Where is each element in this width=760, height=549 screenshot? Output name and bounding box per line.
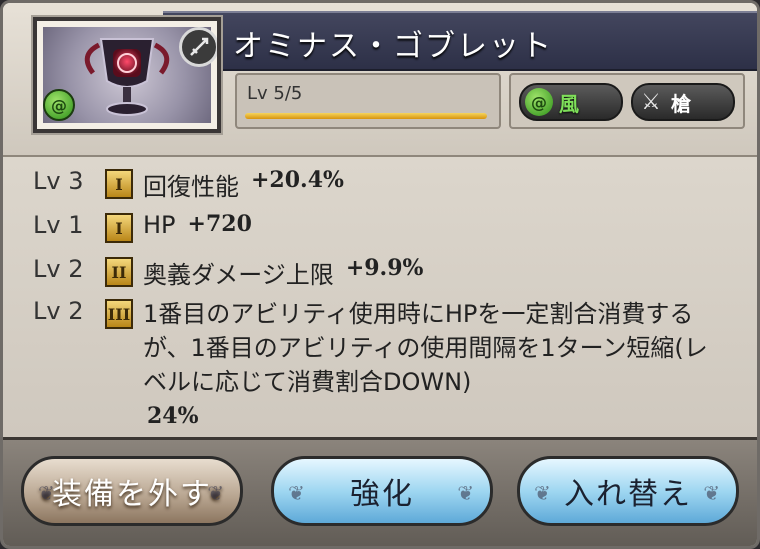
ornament-icon: ❦ [207, 481, 226, 505]
skill-rank-icon: I [105, 213, 133, 243]
skill-name: HP [143, 211, 176, 239]
skill-name: 奥義ダメージ上限 [143, 261, 334, 289]
skill-level: Lv 2 [33, 297, 84, 325]
skill-row: Lv 3 I 回復性能 +20.4% [33, 167, 344, 202]
wind-badge-icon: @ [43, 89, 75, 121]
weapon-header: オミナス・ゴブレット @ Lv 5/5 @ 風 ⚔ 槍 [3, 3, 757, 157]
ornament-icon: ❦ [457, 481, 476, 505]
spear-badge-icon [179, 27, 217, 67]
title-bar: オミナス・ゴブレット [163, 11, 757, 71]
skill-value: +20.4% [251, 167, 344, 193]
level-progress-bar [245, 113, 487, 119]
skill-name: 回復性能 [143, 173, 239, 201]
skill-rank-icon: III [105, 299, 133, 329]
weapon-detail-panel: オミナス・ゴブレット @ Lv 5/5 @ 風 ⚔ 槍 Lv 3 I 回復性能 … [0, 0, 760, 549]
skill-rank-icon: II [105, 257, 133, 287]
ornament-icon: ❦ [288, 481, 307, 505]
type-tag: ⚔ 槍 [631, 83, 735, 121]
skill-row: Lv 1 I HP +720 [33, 211, 252, 243]
action-bar: ❦ 装備を外す ❦ ❦ 強化 ❦ ❦ 入れ替え ❦ [3, 437, 757, 546]
skill-description-text: 1番目のアビリティ使用時にHPを一定割合消費するが、1番目のアビリティの使用間隔… [143, 300, 708, 396]
skill-level: Lv 1 [33, 211, 84, 239]
skill-value: 24% [147, 403, 199, 429]
skill-value: +9.9% [345, 255, 424, 281]
ornament-icon: ❦ [703, 481, 722, 505]
upgrade-button[interactable]: ❦ 強化 ❦ [271, 456, 493, 526]
unequip-label: 装備を外す [52, 477, 212, 512]
skill-row: Lv 2 II 奥義ダメージ上限 +9.9% [33, 255, 423, 290]
upgrade-label: 強化 [350, 477, 414, 512]
swap-button[interactable]: ❦ 入れ替え ❦ [517, 456, 739, 526]
skill-value: +720 [187, 211, 252, 237]
level-text: Lv 5/5 [247, 83, 303, 104]
level-progress-fill [245, 113, 487, 119]
skill-description: 1番目のアビリティ使用時にHPを一定割合消費するが、1番目のアビリティの使用間隔… [143, 297, 723, 433]
weapon-name: オミナス・ゴブレット [233, 29, 553, 64]
unequip-button[interactable]: ❦ 装備を外す ❦ [21, 456, 243, 526]
weapon-thumbnail[interactable]: @ [33, 17, 221, 133]
type-label: 槍 [671, 91, 691, 116]
weapon-tags: @ 風 ⚔ 槍 [509, 73, 745, 129]
swap-label: 入れ替え [564, 477, 692, 512]
spear-icon: ⚔ [641, 89, 661, 115]
skill-level: Lv 2 [33, 255, 84, 283]
level-box: Lv 5/5 [235, 73, 501, 129]
element-tag: @ 風 [519, 83, 623, 121]
skill-list: Lv 3 I 回復性能 +20.4% Lv 1 I HP +720 Lv 2 I… [3, 157, 757, 437]
element-label: 風 [559, 91, 579, 116]
skill-rank-icon: I [105, 169, 133, 199]
skill-row: Lv 2 III 1番目のアビリティ使用時にHPを一定割合消費するが、1番目のア… [33, 297, 723, 433]
ornament-icon: ❦ [38, 481, 57, 505]
wind-element-icon: @ [525, 88, 553, 116]
ornament-icon: ❦ [534, 481, 553, 505]
skill-level: Lv 3 [33, 167, 84, 195]
